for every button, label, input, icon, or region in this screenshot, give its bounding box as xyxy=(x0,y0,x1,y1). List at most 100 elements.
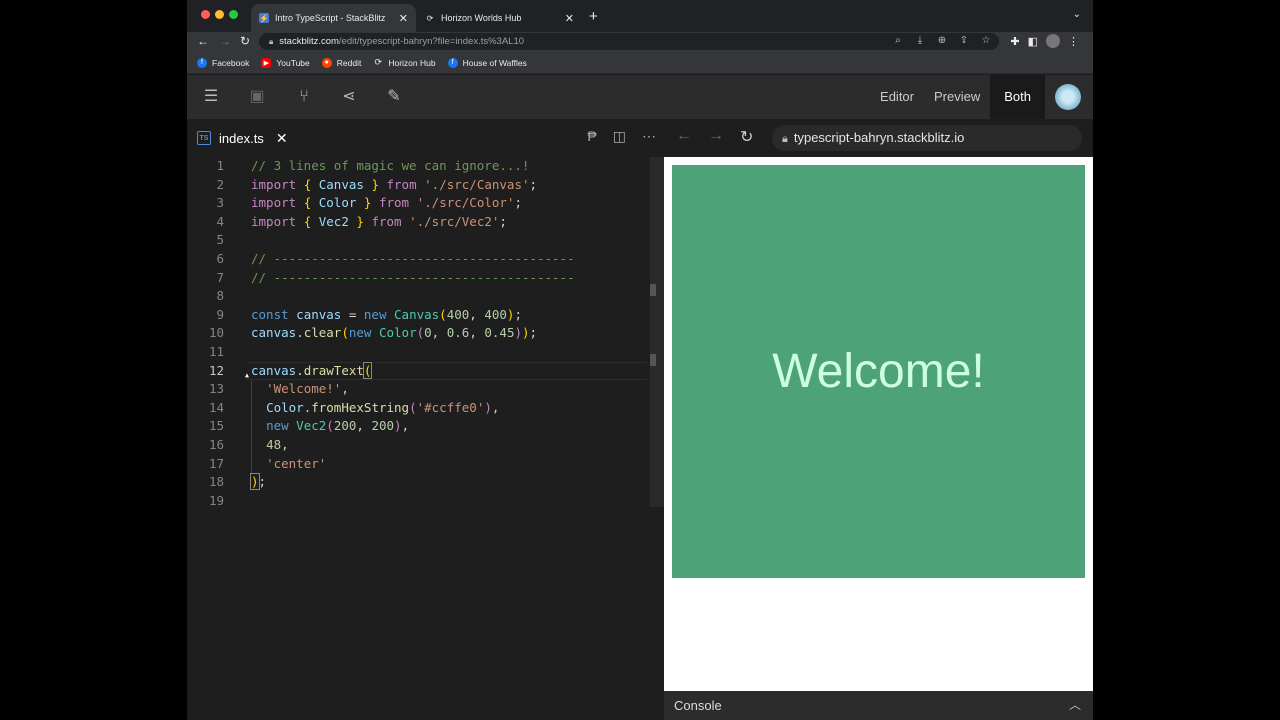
url-host: stackblitz.com xyxy=(279,36,339,47)
bookmark-youtube[interactable]: ▶ YouTube xyxy=(261,57,310,68)
code-line: 1 // 3 lines of magic we can ignore...! xyxy=(187,157,657,176)
preview-url: typescript-bahryn.stackblitz.io xyxy=(793,130,965,145)
preview-url-bar[interactable]: 🔒︎ typescript-bahryn.stackblitz.io xyxy=(772,125,1082,151)
line-number: 5 xyxy=(216,232,224,248)
code-line: 10 canvas.clear(new Color(0, 0.6, 0.45)); xyxy=(187,324,657,343)
forward-icon[interactable]: → xyxy=(708,127,724,145)
user-avatar[interactable] xyxy=(1055,84,1081,110)
line-number: 19 xyxy=(208,492,224,508)
line-number: 9 xyxy=(216,306,224,322)
bookmark-house-of-waffles[interactable]: f House of Waffles xyxy=(447,57,527,68)
code-text: ); xyxy=(250,473,267,491)
back-icon[interactable]: ← xyxy=(197,34,209,48)
share-icon[interactable]: ⇪ xyxy=(957,35,971,46)
extensions-icon[interactable]: ✚ xyxy=(1010,35,1019,48)
hamburger-menu-icon[interactable]: ☰ xyxy=(201,87,221,107)
chevron-down-icon[interactable]: ⌄ xyxy=(1073,9,1081,20)
code-line: 3 import { Color } from './src/Color'; xyxy=(187,194,657,213)
share-icon[interactable]: ⋖ xyxy=(339,87,359,107)
browser-window: ⚡ Intro TypeScript - StackBlitz ✕ ⟳ Hori… xyxy=(187,0,1093,720)
chevron-up-icon[interactable]: ︿ xyxy=(1069,691,1081,720)
console-panel-toggle[interactable]: Console ︿ xyxy=(664,691,1093,720)
browser-tab-stackblitz[interactable]: ⚡ Intro TypeScript - StackBlitz ✕ xyxy=(251,4,416,32)
bookmarks-bar: f Facebook ▶ YouTube ● Reddit ⟳ Horizon Hub … xyxy=(187,52,1093,74)
close-icon[interactable]: ✕ xyxy=(399,12,408,25)
code-line: 5 xyxy=(187,231,657,250)
fork-icon[interactable]: ⑂ xyxy=(294,87,314,107)
omnibox-actions: ⌕ ⤓ ⊕ ⇪ ☆ xyxy=(891,35,993,46)
install-icon[interactable]: ⤓ xyxy=(913,35,927,46)
line-number: 7 xyxy=(216,269,224,285)
reload-icon[interactable]: ↻ xyxy=(240,34,250,48)
save-icon[interactable]: ▣ xyxy=(247,87,267,107)
maximize-window-icon[interactable] xyxy=(229,10,238,19)
line-number: 15 xyxy=(208,418,224,434)
current-code-line: 12 canvas.drawText( xyxy=(187,361,657,381)
star-icon[interactable]: ☆ xyxy=(979,35,993,46)
reddit-icon: ● xyxy=(321,57,332,68)
line-number: 6 xyxy=(216,251,224,266)
close-icon[interactable]: ✕ xyxy=(276,130,288,147)
line-number: 4 xyxy=(216,213,224,229)
stackblitz-icon: ⚡ xyxy=(259,13,269,23)
code-line: 17 'center' xyxy=(187,455,657,474)
code-line: 9 const canvas = new Canvas(400, 400); xyxy=(187,306,657,325)
file-tab-label: index.ts xyxy=(219,130,264,146)
file-tab-index[interactable]: TS index.ts ✕ xyxy=(197,128,288,148)
code-text: canvas.drawText( xyxy=(251,361,373,379)
line-number: 17 xyxy=(208,455,224,471)
lock-icon: 🔒︎ xyxy=(269,37,274,46)
code-line: 7 // ------------------------------------… xyxy=(187,269,657,288)
refresh-icon: ⟳ xyxy=(426,13,434,23)
line-number: 16 xyxy=(208,437,224,452)
code-editor[interactable]: 1 // 3 lines of magic we can ignore...! 2… xyxy=(187,157,664,720)
close-window-icon[interactable] xyxy=(201,10,210,19)
both-view-button[interactable]: Both xyxy=(990,75,1045,119)
line-number: 2 xyxy=(216,176,224,192)
more-icon[interactable]: ⋯ xyxy=(642,128,656,145)
extension-icons: ✚ ◧ ⋮ xyxy=(1010,34,1079,48)
new-tab-icon[interactable]: + xyxy=(589,8,598,25)
console-label: Console xyxy=(674,698,722,713)
bookmark-reddit[interactable]: ● Reddit xyxy=(321,57,362,68)
code-text: // -------------------------------------… xyxy=(251,251,575,266)
bookmark-label: Facebook xyxy=(212,57,250,68)
output-canvas: Welcome! xyxy=(672,165,1085,578)
bookmark-horizon-hub[interactable]: ⟳ Horizon Hub xyxy=(373,57,436,68)
line-number: 13 xyxy=(208,381,224,397)
code-text: 48, xyxy=(266,437,289,452)
bookmark-facebook[interactable]: f Facebook xyxy=(197,57,250,68)
back-icon[interactable]: ← xyxy=(676,127,692,145)
sidepanel-icon[interactable]: ◧ xyxy=(1028,35,1038,48)
browser-tab-horizon[interactable]: ⟳ Horizon Worlds Hub ✕ xyxy=(417,4,582,32)
code-line: 6 // ------------------------------------… xyxy=(187,250,657,269)
code-line: 15 new Vec2(200, 200), xyxy=(187,417,657,436)
preview-pane: Welcome! xyxy=(664,157,1093,691)
reload-icon[interactable]: ↻ xyxy=(740,127,753,147)
mouse-pointer-icon: ▴ xyxy=(244,370,251,381)
address-bar[interactable]: 🔒︎ stackblitz.com/edit/typescript-bahryn?… xyxy=(259,33,999,50)
close-icon[interactable]: ✕ xyxy=(565,12,574,25)
prettier-icon[interactable]: ₱ xyxy=(587,128,596,145)
view-switcher: Editor Preview Both xyxy=(870,75,1093,119)
code-line: 4 import { Vec2 } from './src/Vec2'; xyxy=(187,213,657,232)
minimize-window-icon[interactable] xyxy=(215,10,224,19)
browser-toolbar: ← → ↻ 🔒︎ stackblitz.com/edit/typescript-b… xyxy=(187,32,1093,52)
split-editor-icon[interactable]: ◫ xyxy=(613,128,626,145)
code-line: 8 xyxy=(187,287,657,306)
menu-icon[interactable]: ⋮ xyxy=(1068,35,1079,48)
bookmark-label: Reddit xyxy=(336,57,362,68)
code-text: // 3 lines of magic we can ignore...! xyxy=(251,158,530,173)
profile-avatar[interactable] xyxy=(1046,34,1060,48)
line-number: 11 xyxy=(208,344,224,359)
typescript-file-icon: TS xyxy=(197,131,211,145)
zoom-icon[interactable]: ⊕ xyxy=(935,35,949,46)
preview-view-button[interactable]: Preview xyxy=(924,75,990,119)
pencil-icon[interactable]: ✎ xyxy=(384,87,404,107)
forward-icon[interactable]: → xyxy=(219,34,231,48)
editor-view-button[interactable]: Editor xyxy=(870,75,924,119)
refresh-icon: ⟳ xyxy=(374,57,383,67)
bookmark-label: YouTube xyxy=(276,57,310,68)
line-number: 14 xyxy=(208,399,224,415)
search-icon[interactable]: ⌕ xyxy=(891,35,905,46)
